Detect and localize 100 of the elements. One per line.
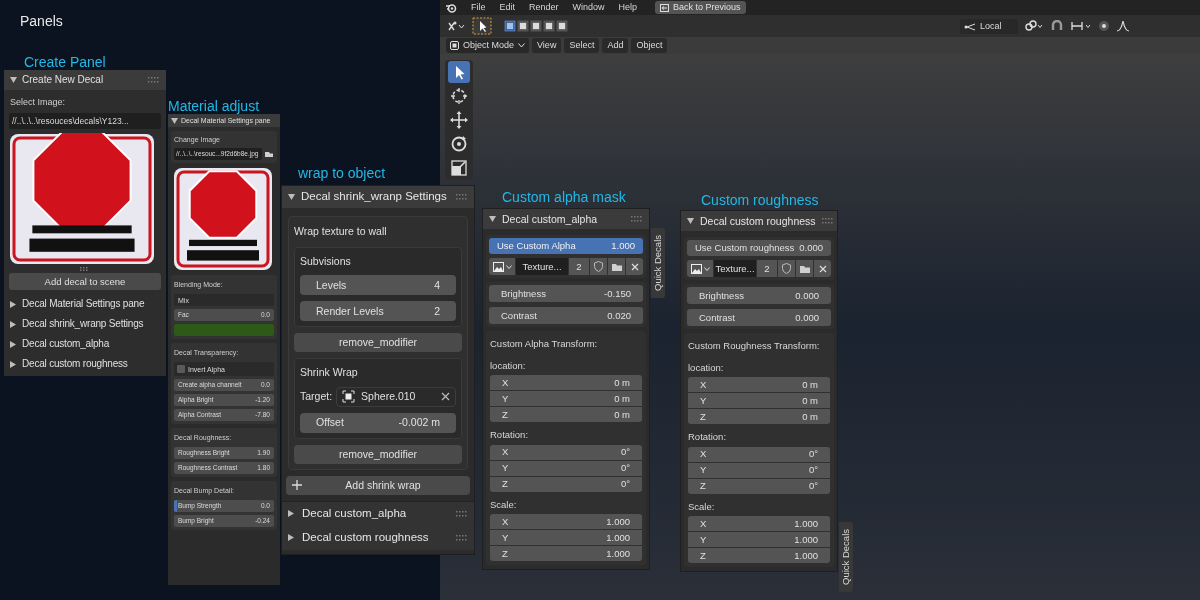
collapse-arrow-icon[interactable]	[10, 77, 17, 83]
selection-mode-icon[interactable]	[517, 20, 529, 32]
app-logo-icon[interactable]	[446, 2, 457, 13]
scale-tool-icon[interactable]	[448, 157, 470, 179]
collapsed-panel-header[interactable]: Decal custom roughness	[4, 354, 166, 374]
expand-arrow-icon[interactable]	[10, 300, 16, 308]
image-browse-button[interactable]	[687, 260, 713, 277]
drag-handle-icon[interactable]	[631, 216, 643, 222]
proportional-edit-icon[interactable]	[1098, 20, 1110, 32]
expand-arrow-icon[interactable]	[288, 510, 294, 517]
file-path-field[interactable]: //..\..\..\resouces\decals\Y123...	[9, 113, 161, 129]
number-field[interactable]: Y 1.000	[688, 532, 830, 547]
panel-header[interactable]: Decal shrink_wranp Settings	[282, 186, 474, 208]
header-menu-item[interactable]: View	[532, 38, 562, 53]
toggle-field[interactable]: Use Custom roughness 0.000	[687, 240, 831, 256]
side-tab[interactable]: Quick Decals	[651, 228, 665, 298]
add-shrink-wrap-button[interactable]: Add shrink wrap	[286, 475, 470, 495]
drag-handle-icon[interactable]	[456, 510, 468, 517]
header-menu-item[interactable]: Object	[631, 38, 668, 53]
remove-modifier-button[interactable]: remove_modifier	[294, 333, 462, 352]
number-field[interactable]: X 0°	[688, 446, 830, 462]
selection-mode-icon[interactable]	[556, 20, 568, 32]
number-field[interactable]: X 1.000	[490, 514, 642, 529]
number-field[interactable]: Contrast 0.000	[687, 309, 831, 326]
number-field[interactable]: Z 0°	[490, 476, 642, 492]
tool-settings-icon[interactable]	[446, 20, 466, 32]
snap-increment-icon[interactable]	[1070, 20, 1092, 32]
number-field[interactable]: Brightness -0.150	[489, 285, 643, 302]
collapsed-panel-header[interactable]: Decal custom roughness	[282, 525, 474, 550]
shield-icon[interactable]	[782, 263, 791, 274]
drag-handle-icon[interactable]	[821, 218, 834, 224]
drag-handle-icon[interactable]	[456, 534, 468, 541]
user-count[interactable]: 2	[757, 260, 777, 277]
header-menu-item[interactable]: Add	[602, 38, 629, 53]
expand-arrow-icon[interactable]	[10, 340, 16, 348]
select-tool-icon[interactable]	[448, 61, 470, 83]
orientation-dropdown[interactable]: Local	[960, 18, 1018, 34]
back-to-previous-button[interactable]: Back to Previous	[655, 1, 746, 14]
drag-handle-icon[interactable]	[456, 194, 468, 200]
header-menu-item[interactable]: Select	[564, 38, 600, 53]
toggle-field[interactable]: Use Custom Alpha 1.000	[489, 238, 643, 254]
resize-handle-icon[interactable]	[80, 267, 90, 271]
menu-item[interactable]: Edit	[499, 3, 516, 12]
number-field[interactable]: Z 0 m	[490, 407, 642, 422]
number-field[interactable]: Z 0 m	[688, 409, 830, 424]
number-field[interactable]: Levels 4	[300, 275, 456, 295]
folder-icon[interactable]	[798, 263, 811, 274]
drag-handle-icon[interactable]	[148, 77, 160, 83]
collapse-arrow-icon[interactable]	[171, 117, 178, 124]
move-tool-icon[interactable]	[448, 109, 470, 131]
expand-arrow-icon[interactable]	[288, 534, 294, 541]
folder-icon[interactable]	[264, 150, 274, 158]
panel-header[interactable]: Decal custom_alpha	[483, 209, 649, 229]
collapse-arrow-icon[interactable]	[288, 194, 295, 200]
number-field[interactable]: Y 0 m	[490, 391, 642, 406]
image-browse-button[interactable]	[489, 258, 515, 275]
expand-arrow-icon[interactable]	[10, 320, 16, 328]
selection-mode-icon[interactable]	[530, 20, 542, 32]
number-field[interactable]: Render Levels 2	[300, 301, 456, 321]
close-icon[interactable]	[818, 264, 827, 273]
checkbox[interactable]	[177, 365, 185, 373]
collapse-arrow-icon[interactable]	[489, 216, 496, 222]
number-field[interactable]: X 0 m	[688, 377, 830, 392]
color-swatch[interactable]	[174, 324, 274, 336]
number-field[interactable]: Brightness 0.000	[687, 287, 831, 304]
panel-header[interactable]: Decal custom roughness	[681, 211, 837, 231]
folder-icon[interactable]	[610, 261, 623, 272]
cursor-tool-icon[interactable]	[448, 85, 470, 107]
collapsed-panel-header[interactable]: Decal custom_alpha	[282, 501, 474, 526]
menu-item[interactable]: Window	[572, 3, 605, 12]
number-field[interactable]: Offset -0.002 m	[300, 412, 456, 433]
number-field[interactable]: X 0°	[490, 444, 642, 460]
menu-item[interactable]: File	[471, 3, 486, 12]
target-object-field[interactable]: Sphere.010	[336, 386, 456, 407]
magnet-icon[interactable]	[1050, 20, 1064, 32]
expand-arrow-icon[interactable]	[10, 360, 16, 368]
selection-mode-icon[interactable]	[543, 20, 555, 32]
panel-header[interactable]: Create New Decal	[4, 70, 166, 90]
number-field[interactable]: Y 1.000	[490, 530, 642, 545]
number-field[interactable]: Z 1.000	[490, 546, 642, 561]
number-field[interactable]: Y 0°	[490, 460, 642, 476]
number-field[interactable]: X 1.000	[688, 516, 830, 531]
close-icon[interactable]	[630, 262, 639, 271]
texture-name-field[interactable]: Texture...	[516, 258, 568, 275]
texture-name-field[interactable]: Texture...	[714, 260, 756, 277]
selection-mode-icon[interactable]	[504, 20, 516, 32]
close-icon[interactable]	[441, 392, 450, 401]
collapsed-panel-header[interactable]: Decal custom_alpha	[4, 334, 166, 354]
number-field[interactable]: Contrast 0.020	[489, 307, 643, 324]
menu-item[interactable]: Render	[529, 3, 559, 12]
shield-icon[interactable]	[594, 261, 603, 272]
add-decal-button[interactable]: Add decal to scene	[9, 273, 161, 290]
menu-item[interactable]: Help	[618, 3, 638, 12]
number-field[interactable]: Z 1.000	[688, 548, 830, 563]
falloff-curve-icon[interactable]	[1116, 20, 1130, 32]
user-count[interactable]: 2	[569, 258, 589, 275]
mode-dropdown[interactable]: Object Mode	[446, 38, 530, 53]
number-field[interactable]: X 0 m	[490, 375, 642, 390]
collapsed-panel-header[interactable]: Decal shrink_wranp Settings	[4, 314, 166, 334]
collapsed-panel-header[interactable]: Decal Material Settings pane	[4, 294, 166, 314]
